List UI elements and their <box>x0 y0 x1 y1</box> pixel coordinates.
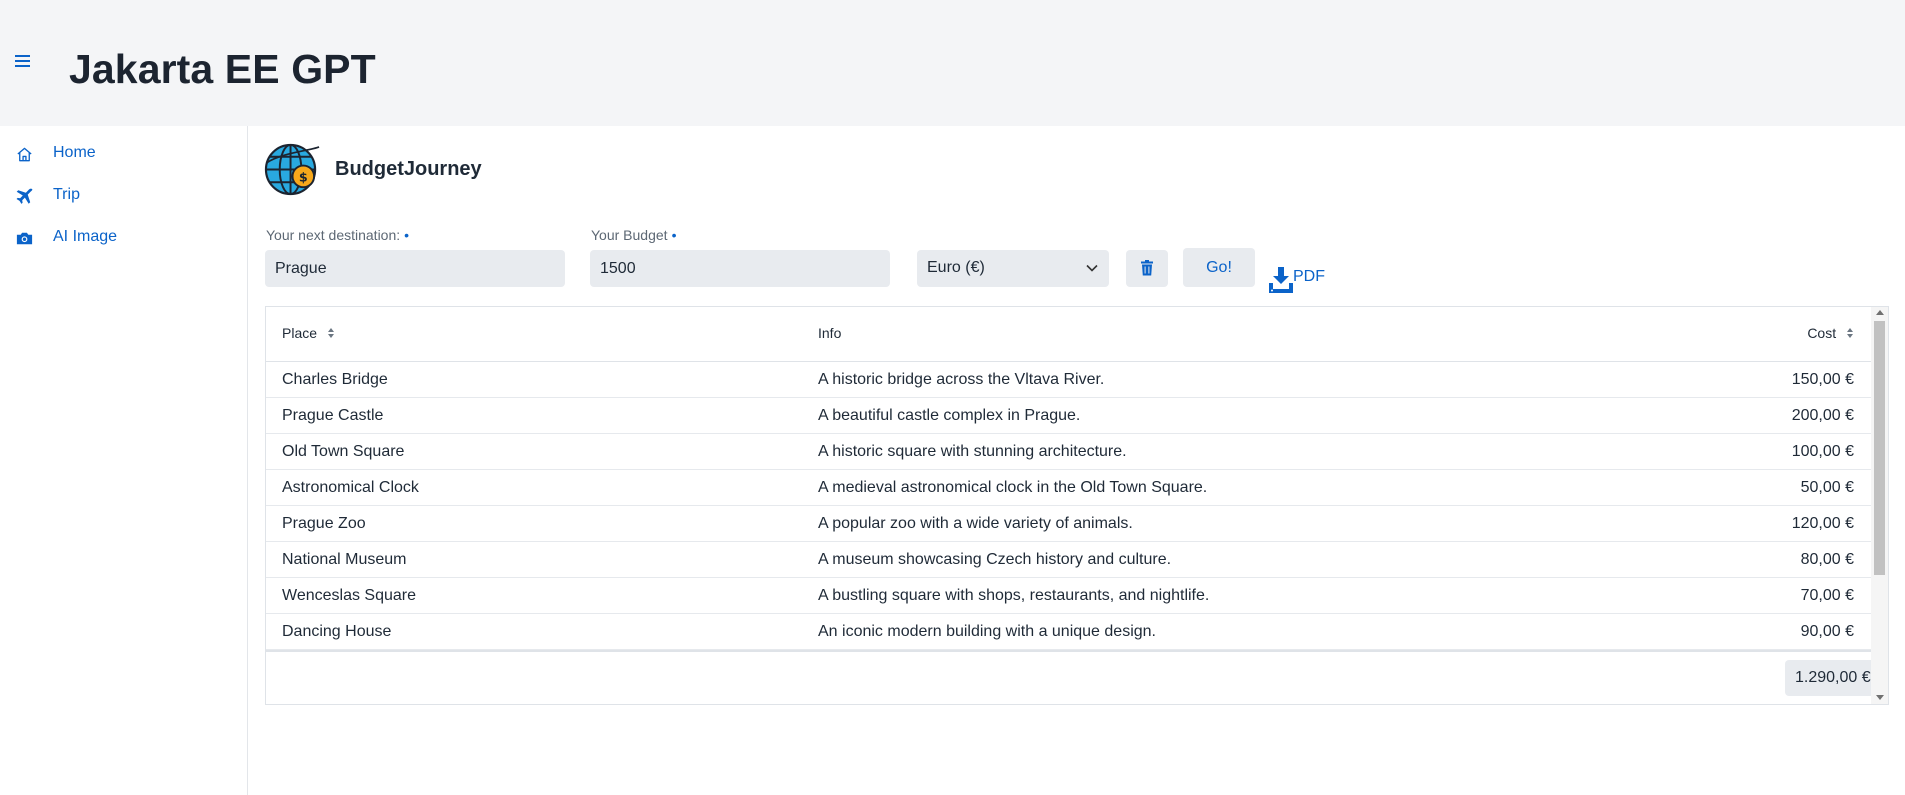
cell-place: Prague Castle <box>282 407 384 424</box>
cell-place: National Museum <box>282 551 407 568</box>
main-content: $ BudgetJourney Your next destination: • … <box>249 126 1905 795</box>
cell-info: An iconic modern building with a unique … <box>818 623 1156 640</box>
cell-info: A beautiful castle complex in Prague. <box>818 407 1081 424</box>
top-bar: Jakarta EE GPT <box>0 0 1905 126</box>
table-row[interactable]: Astronomical Clock A medieval astronomic… <box>266 470 1871 506</box>
download-icon <box>1269 267 1293 293</box>
sidebar-item-label: Home <box>53 144 96 161</box>
svg-text:$: $ <box>299 170 308 185</box>
total-cost: 1.290,00 € <box>1785 660 1871 696</box>
table-footer: 1.290,00 € <box>266 650 1871 705</box>
go-button[interactable]: Go! <box>1183 248 1255 287</box>
plane-icon <box>15 187 34 206</box>
required-indicator: • <box>404 227 410 243</box>
results-table: Place Info Cost Charles Bridge A histori… <box>265 306 1889 705</box>
cell-info: A historic bridge across the Vltava Rive… <box>818 371 1105 388</box>
trash-icon <box>1141 260 1153 276</box>
page-title: BudgetJourney <box>335 158 482 180</box>
home-icon <box>15 145 34 164</box>
table-row[interactable]: Prague Castle A beautiful castle complex… <box>266 398 1871 434</box>
destination-label-text: Your next destination: <box>266 227 401 243</box>
column-header-place[interactable]: Place <box>282 325 335 341</box>
cell-info: A popular zoo with a wide variety of ani… <box>818 515 1133 532</box>
table-row[interactable]: Charles Bridge A historic bridge across … <box>266 362 1871 398</box>
table-header: Place Info Cost <box>266 307 1871 362</box>
globe-money-icon: $ <box>264 141 321 198</box>
cell-place: Dancing House <box>282 623 392 640</box>
table-row[interactable]: Wenceslas Square A bustling square with … <box>266 578 1871 614</box>
table-row[interactable]: Old Town Square A historic square with s… <box>266 434 1871 470</box>
column-header-label: Place <box>282 325 318 341</box>
hamburger-icon <box>15 55 30 67</box>
table-scrollbar[interactable] <box>1871 307 1888 704</box>
destination-label: Your next destination: • <box>266 227 409 243</box>
cell-cost: 80,00 € <box>1800 551 1854 568</box>
budget-label-text: Your Budget <box>591 227 668 243</box>
cell-place: Prague Zoo <box>282 515 366 532</box>
cell-place: Old Town Square <box>282 443 405 460</box>
app-title: Jakarta EE GPT <box>69 46 376 92</box>
scroll-thumb[interactable] <box>1874 321 1885 575</box>
cell-cost: 100,00 € <box>1791 443 1854 460</box>
budget-label: Your Budget • <box>591 227 676 243</box>
currency-select-value: Euro (€) <box>927 259 985 276</box>
destination-input[interactable] <box>265 250 565 287</box>
cell-place: Charles Bridge <box>282 371 388 388</box>
scroll-up-arrow[interactable] <box>1876 310 1884 315</box>
cell-cost: 200,00 € <box>1791 407 1854 424</box>
cell-place: Astronomical Clock <box>282 479 419 496</box>
sidebar-item-label: Trip <box>53 186 80 203</box>
cell-info: A museum showcasing Czech history and cu… <box>818 551 1172 568</box>
budget-input[interactable] <box>590 250 890 287</box>
sidebar: Home Trip AI Image <box>0 126 248 795</box>
chevron-down-icon <box>1086 264 1098 272</box>
sidebar-item-home[interactable]: Home <box>0 134 247 174</box>
required-indicator: • <box>671 227 677 243</box>
cell-cost: 150,00 € <box>1791 371 1854 388</box>
scroll-down-arrow[interactable] <box>1876 695 1884 700</box>
cell-cost: 90,00 € <box>1800 623 1854 640</box>
pdf-link-label: PDF <box>1293 268 1325 285</box>
sort-icon <box>1847 328 1853 338</box>
cell-info: A historic square with stunning architec… <box>818 443 1127 460</box>
column-header-cost[interactable]: Cost <box>1807 325 1854 341</box>
cell-info: A bustling square with shops, restaurant… <box>818 587 1210 604</box>
table-row[interactable]: Dancing House An iconic modern building … <box>266 614 1871 650</box>
currency-select[interactable]: Euro (€) <box>917 250 1109 287</box>
table-row[interactable]: National Museum A museum showcasing Czec… <box>266 542 1871 578</box>
menu-toggle-button[interactable] <box>10 48 36 74</box>
column-header-info: Info <box>818 325 842 341</box>
sort-icon <box>327 328 334 338</box>
cell-cost: 50,00 € <box>1800 479 1854 496</box>
camera-icon <box>15 229 34 248</box>
cell-cost: 120,00 € <box>1791 515 1854 532</box>
clear-button[interactable] <box>1126 250 1168 287</box>
sidebar-item-trip[interactable]: Trip <box>0 176 247 216</box>
sidebar-item-ai-image[interactable]: AI Image <box>0 218 247 258</box>
table-row[interactable]: Prague Zoo A popular zoo with a wide var… <box>266 506 1871 542</box>
cell-cost: 70,00 € <box>1800 587 1854 604</box>
sidebar-item-label: AI Image <box>53 228 118 245</box>
cell-place: Wenceslas Square <box>282 587 416 604</box>
column-header-label: Cost <box>1807 325 1837 341</box>
cell-info: A medieval astronomical clock in the Old… <box>818 479 1208 496</box>
